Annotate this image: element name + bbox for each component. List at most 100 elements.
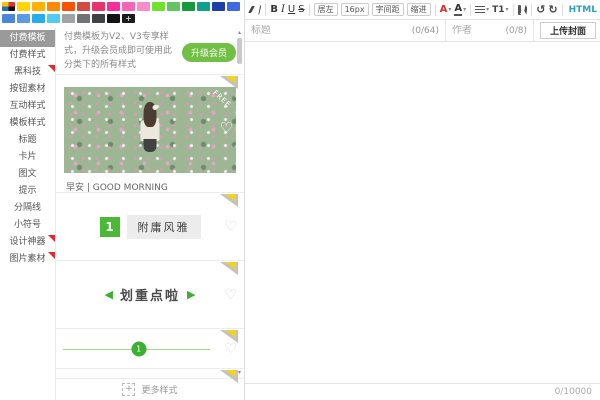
color-swatch[interactable] xyxy=(47,14,60,23)
color-swatch[interactable] xyxy=(92,2,105,11)
toolbar-divider xyxy=(562,4,563,16)
template-card-arrows[interactable]: ◀ 划重点啦 ▶ ♡ xyxy=(56,260,244,328)
template-card-numbered[interactable]: 1 附庸风雅 ♡ xyxy=(56,192,244,260)
editor-content-area[interactable] xyxy=(245,43,600,383)
color-swatch[interactable] xyxy=(137,2,150,11)
indent-button[interactable]: 缩进 xyxy=(407,3,431,16)
bold-button[interactable]: B xyxy=(270,4,278,15)
title-counter: (0/64) xyxy=(412,26,445,36)
color-swatch[interactable] xyxy=(107,2,120,11)
bg-color-letter: A xyxy=(454,4,462,16)
favorite-icon[interactable]: ♡ xyxy=(220,119,233,137)
author-input[interactable] xyxy=(446,25,505,36)
template-panel: 付费模板为V2、V3专享样式，升级会员成即可使用此分类下的所有样式 升级会员 F… xyxy=(55,28,244,400)
sidebar-item[interactable]: 设计神器 xyxy=(0,234,55,251)
font-color-button[interactable]: A ▾ xyxy=(440,4,452,15)
editor-panel: B I U S 居左 16px 字间距 缩进 A ▾ A ▾ ▾ xyxy=(244,0,600,400)
corner-fold-icon xyxy=(220,330,238,344)
add-color-button[interactable]: + xyxy=(122,14,135,23)
color-swatch[interactable] xyxy=(92,14,105,23)
list-icon xyxy=(475,6,485,14)
divider-dot: 1 xyxy=(131,341,146,356)
sidebar-item[interactable]: 小符号 xyxy=(0,217,55,234)
list-button[interactable]: ▾ xyxy=(475,6,489,14)
sidebar-item[interactable]: 付费模板 xyxy=(0,30,55,47)
sidebar-item[interactable]: 标题 xyxy=(0,132,55,149)
sidebar-item[interactable]: 图片素材 xyxy=(0,251,55,268)
upgrade-membership-button[interactable]: 升级会员 xyxy=(182,43,236,62)
corner-fold-icon xyxy=(220,76,238,90)
color-swatch[interactable] xyxy=(227,2,240,11)
heading-button[interactable]: T1 ▾ xyxy=(492,5,508,15)
color-swatch[interactable] xyxy=(2,14,15,23)
more-styles-label: 更多样式 xyxy=(141,383,177,396)
template-card-divider[interactable]: 1 ♡ xyxy=(56,328,244,368)
category-sidebar: 付费模板付费样式黑科技按钮素材互动样式模板样式标题卡片图文提示分隔线小符号设计神… xyxy=(0,30,55,268)
html-source-button[interactable]: HTML xyxy=(569,5,597,15)
sidebar-item[interactable]: 付费样式 xyxy=(0,47,55,64)
sidebar-item[interactable]: 图文 xyxy=(0,166,55,183)
color-swatch[interactable] xyxy=(32,2,45,11)
color-swatch[interactable] xyxy=(107,14,120,23)
new-badge-icon xyxy=(48,252,55,259)
bg-color-button[interactable]: A ▾ xyxy=(454,4,466,16)
color-swatch[interactable] xyxy=(167,2,180,11)
undo-icon[interactable]: ↺ xyxy=(536,4,545,15)
scrollbar-thumb[interactable] xyxy=(237,38,242,64)
right-arrow-icon: ▶ xyxy=(187,288,195,301)
sidebar-item[interactable]: 卡片 xyxy=(0,149,55,166)
heading-label: 附庸风雅 xyxy=(127,215,201,239)
author-counter: (0/8) xyxy=(505,26,533,36)
upload-cover-button[interactable]: 上传封面 xyxy=(540,22,596,39)
color-swatch[interactable] xyxy=(197,2,210,11)
title-field-group: (0/64) xyxy=(245,20,445,41)
font-size-button[interactable]: 16px xyxy=(341,3,369,16)
upgrade-notice: 付费模板为V2、V3专享样式，升级会员成即可使用此分类下的所有样式 升级会员 xyxy=(56,28,244,74)
toolbar-divider xyxy=(309,4,310,16)
color-swatch[interactable] xyxy=(77,2,90,11)
chevron-down-icon: ▾ xyxy=(506,6,509,13)
color-swatch[interactable] xyxy=(32,14,45,23)
toolbar-divider xyxy=(265,4,266,16)
color-swatch[interactable] xyxy=(62,2,75,11)
underline-button[interactable]: U xyxy=(288,4,295,15)
letter-spacing-button[interactable]: 字间距 xyxy=(372,3,404,16)
strikethrough-button[interactable]: S xyxy=(298,4,304,15)
redo-icon[interactable]: ↻ xyxy=(548,4,557,15)
rainbow-swatch[interactable] xyxy=(2,2,15,11)
color-swatch[interactable] xyxy=(122,2,135,11)
clear-format-icon[interactable] xyxy=(248,6,255,13)
color-swatch[interactable] xyxy=(47,2,60,11)
sidebar-item[interactable]: 模板样式 xyxy=(0,115,55,132)
italic-button[interactable]: I xyxy=(281,4,285,15)
color-swatch[interactable] xyxy=(77,14,90,23)
color-swatch[interactable] xyxy=(212,2,225,11)
sidebar-item[interactable]: 黑科技 xyxy=(0,64,55,81)
font-color-letter: A xyxy=(440,4,448,15)
new-badge-icon xyxy=(48,65,55,72)
sidebar-item[interactable]: 按钮素材 xyxy=(0,81,55,98)
format-pen-icon[interactable] xyxy=(258,4,261,15)
color-palette: + xyxy=(2,2,244,26)
template-card-image[interactable]: FREE ♡ 早安 | GOOD MORNING xyxy=(56,74,244,192)
color-swatch[interactable] xyxy=(17,14,30,23)
sidebar-item[interactable]: 互动样式 xyxy=(0,98,55,115)
template-image[interactable]: FREE ♡ xyxy=(64,87,236,173)
color-swatch[interactable] xyxy=(17,2,30,11)
new-badge-icon xyxy=(48,235,55,242)
more-styles-button[interactable]: + 更多样式 xyxy=(56,378,244,400)
title-row: (0/64) (0/8) 上传封面 xyxy=(245,20,600,42)
align-button[interactable]: 居左 xyxy=(314,3,338,16)
sidebar-item[interactable]: 提示 xyxy=(0,183,55,200)
corner-fold-icon xyxy=(220,262,238,276)
insert-image-icon[interactable] xyxy=(518,5,522,15)
sidebar-item[interactable]: 分隔线 xyxy=(0,200,55,217)
chevron-down-icon: ▾ xyxy=(463,6,466,13)
color-swatch[interactable] xyxy=(152,2,165,11)
color-swatch[interactable] xyxy=(62,14,75,23)
toolbar-divider xyxy=(513,4,514,16)
upgrade-notice-text: 付费模板为V2、V3专享样式，升级会员成即可使用此分类下的所有样式 xyxy=(64,31,178,73)
title-input[interactable] xyxy=(245,25,412,36)
color-swatch[interactable] xyxy=(182,2,195,11)
scrollbar-up-icon[interactable]: ▴ xyxy=(236,29,243,36)
